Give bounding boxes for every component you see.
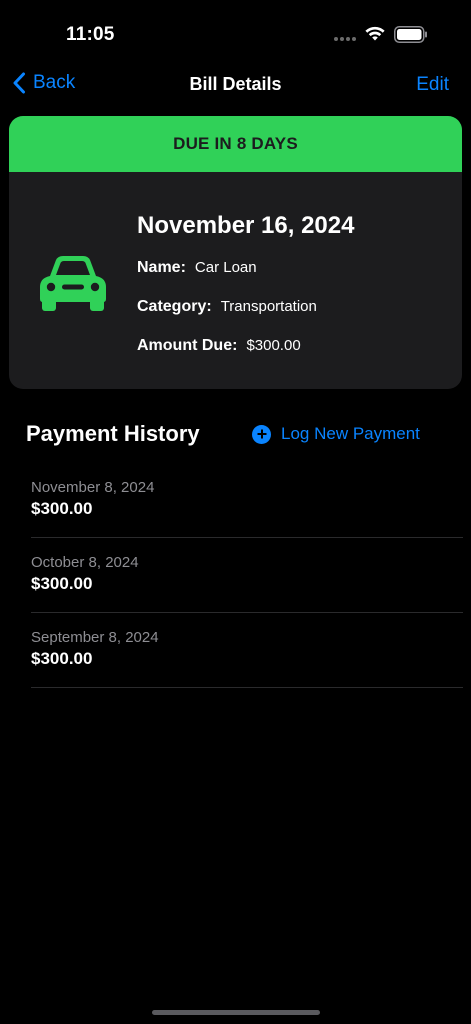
payment-amount: $300.00: [31, 499, 93, 518]
payment-history-list: November 8, 2024 $300.00 October 8, 2024…: [31, 463, 463, 688]
log-new-payment-label: Log New Payment: [281, 424, 420, 443]
due-status-banner: DUE IN 8 DAYS: [9, 116, 462, 172]
bill-category-row: Category: Transportation: [137, 298, 317, 316]
amount-due-value: $300.00: [246, 337, 301, 354]
battery-icon: [394, 26, 427, 43]
due-date: November 16, 2024: [137, 212, 355, 239]
home-indicator[interactable]: [152, 1010, 320, 1015]
payment-history-heading: Payment History: [26, 421, 200, 446]
log-new-payment-button[interactable]: Log New Payment: [252, 424, 420, 444]
status-time: 11:05: [66, 24, 115, 45]
bill-summary-card: DUE IN 8 DAYS November 16, 2024 Name: Ca…: [9, 116, 462, 389]
payment-amount: $300.00: [31, 649, 93, 668]
edit-button[interactable]: Edit: [416, 74, 449, 96]
car-icon: [40, 256, 106, 311]
name-label: Name:: [137, 259, 186, 276]
page-title: Bill Details: [189, 74, 282, 94]
wifi-icon: [365, 26, 385, 41]
category-value: Transportation: [220, 298, 317, 315]
list-item[interactable]: September 8, 2024 $300.00: [31, 613, 463, 688]
payment-date: October 8, 2024: [31, 554, 139, 571]
cellular-signal-icon: [334, 37, 356, 41]
list-item[interactable]: October 8, 2024 $300.00: [31, 538, 463, 613]
navigation-bar: Back Bill Details Edit: [0, 62, 471, 106]
bill-details-screen: 11:05 Back Bill Details Edit DUE IN 8 DA…: [0, 0, 471, 1024]
bill-name-row: Name: Car Loan: [137, 259, 257, 277]
list-item[interactable]: November 8, 2024 $300.00: [31, 463, 463, 538]
name-value: Car Loan: [194, 259, 257, 276]
category-label: Category:: [137, 298, 212, 315]
amount-due-label: Amount Due:: [137, 337, 238, 354]
payment-date: September 8, 2024: [31, 629, 159, 646]
plus-circle-icon: [252, 424, 271, 444]
payment-amount: $300.00: [31, 574, 93, 593]
status-bar: 11:05: [0, 0, 471, 60]
amount-due-row: Amount Due: $300.00: [137, 337, 301, 355]
payment-date: November 8, 2024: [31, 479, 155, 496]
